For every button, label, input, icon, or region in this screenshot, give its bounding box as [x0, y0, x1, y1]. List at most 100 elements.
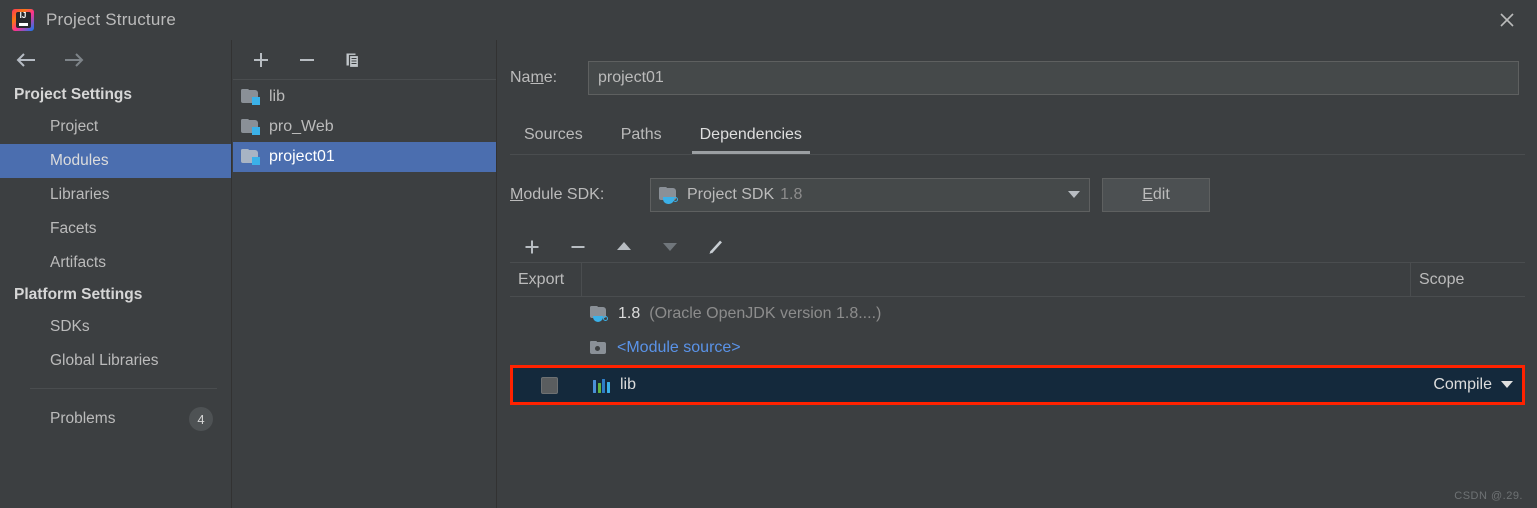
sidebar-item-label: SDKs [50, 318, 90, 335]
table-row-jdk[interactable]: 1.8 (Oracle OpenJDK version 1.8....) [510, 297, 1525, 331]
sidebar-item-label: Artifacts [50, 254, 106, 271]
table-header-row: Export Scope [510, 262, 1525, 297]
copy-module-button[interactable] [341, 48, 365, 72]
tab-paths[interactable]: Paths [607, 122, 676, 154]
remove-module-button[interactable] [295, 48, 319, 72]
edit-sdk-button[interactable]: Edit [1102, 178, 1210, 212]
title-bar: IJ Project Structure [0, 0, 1537, 40]
module-list-item-lib[interactable]: lib [233, 82, 496, 112]
table-row-lib-highlighted[interactable]: lib Compile [510, 365, 1525, 405]
dependency-name: 1.8 [618, 305, 641, 322]
dependency-scope-cell[interactable]: Compile [1408, 376, 1522, 394]
modules-toolbar [233, 40, 496, 80]
watermark: CSDN @.29. [1454, 490, 1523, 502]
tabs-divider [510, 154, 1525, 155]
column-header-export[interactable]: Export [510, 262, 582, 297]
copy-icon [346, 53, 360, 68]
name-label: Name: [510, 69, 558, 86]
module-details-panel: Name: Sources Paths Dependencies Module … [498, 40, 1537, 508]
add-module-button[interactable] [249, 48, 273, 72]
forward-button[interactable] [60, 49, 86, 71]
pencil-icon [709, 240, 722, 254]
sidebar-item-label: Global Libraries [50, 352, 159, 369]
sidebar-item-problems[interactable]: Problems 4 [0, 399, 231, 439]
dependency-name-cell: <Module source> [582, 339, 1411, 357]
tab-label: Paths [620, 126, 662, 143]
move-up-button[interactable] [612, 235, 636, 259]
plus-icon [254, 52, 268, 67]
sidebar-item-libraries[interactable]: Libraries [0, 178, 231, 212]
arrow-left-icon [16, 53, 35, 67]
sidebar-item-facets[interactable]: Facets [0, 212, 231, 246]
dependency-name-cell: lib [585, 376, 1408, 394]
module-list-item-pro-web[interactable]: pro_Web [233, 112, 496, 142]
modules-list: lib pro_Web project01 [233, 80, 496, 172]
arrow-up-icon [617, 241, 631, 250]
add-dependency-button[interactable] [520, 235, 544, 259]
module-sdk-row: Module SDK: Project SDK 1.8 Edit [510, 177, 1537, 213]
arrow-right-icon [65, 53, 84, 67]
details-tabs: Sources Paths Dependencies [510, 118, 1537, 154]
dependency-scope: Compile [1433, 376, 1492, 393]
intellij-idea-logo-icon: IJ [12, 9, 34, 31]
tab-sources[interactable]: Sources [510, 122, 597, 154]
dependency-detail: (Oracle OpenJDK version 1.8....) [649, 305, 882, 322]
module-sdk-value: Project SDK [687, 186, 775, 203]
sidebar-item-sdks[interactable]: SDKs [0, 310, 231, 344]
dependency-name-cell: 1.8 (Oracle OpenJDK version 1.8....) [582, 305, 1411, 323]
sidebar-item-label: Project [50, 118, 99, 135]
remove-dependency-button[interactable] [566, 235, 590, 259]
module-name-input[interactable] [588, 61, 1519, 95]
name-row: Name: [510, 60, 1519, 96]
module-sdk-dropdown[interactable]: Project SDK 1.8 [650, 178, 1090, 212]
sdk-folder-icon [659, 186, 679, 204]
sidebar-item-label: Problems [50, 410, 116, 427]
sidebar-item-modules[interactable]: Modules [0, 144, 231, 178]
export-checkbox-cell [513, 376, 585, 394]
minus-icon [300, 58, 314, 61]
table-row-module-source[interactable]: <Module source> [510, 331, 1525, 365]
tab-dependencies[interactable]: Dependencies [686, 122, 816, 154]
tab-label: Dependencies [699, 126, 802, 143]
sidebar-divider [30, 388, 217, 389]
chevron-down-icon [1067, 186, 1081, 204]
sidebar-item-artifacts[interactable]: Artifacts [0, 246, 231, 280]
edit-dependency-button[interactable] [704, 235, 728, 259]
project-structure-dialog: IJ Project Structure Project Settings Pr… [0, 0, 1537, 508]
jdk-icon [590, 306, 609, 322]
table-row: lib Compile [513, 368, 1522, 402]
library-icon [593, 378, 611, 393]
sidebar-item-global-libraries[interactable]: Global Libraries [0, 344, 231, 378]
close-button[interactable] [1477, 0, 1537, 40]
window-title: Project Structure [46, 10, 177, 29]
module-sdk-version: 1.8 [780, 186, 803, 203]
plus-icon [525, 240, 539, 253]
move-down-button[interactable] [658, 235, 682, 259]
module-list-item-project01[interactable]: project01 [233, 142, 496, 172]
export-checkbox[interactable] [540, 376, 558, 394]
module-name: pro_Web [269, 118, 334, 135]
problems-count-badge: 4 [189, 407, 213, 431]
modules-panel: lib pro_Web project01 [233, 40, 497, 508]
sidebar-group-platform-settings: Platform Settings [14, 286, 143, 303]
module-source-icon [590, 340, 608, 356]
settings-sidebar: Project Settings Project Modules Librari… [0, 40, 232, 508]
chevron-down-icon [1500, 376, 1514, 394]
back-button[interactable] [14, 49, 40, 71]
module-sdk-label: Module SDK: [510, 186, 605, 203]
dependencies-table: Export Scope 1.8 (Oracle OpenJDK version… [510, 262, 1525, 405]
column-header-scope[interactable]: Scope [1411, 263, 1525, 297]
module-name: project01 [269, 148, 335, 165]
column-header-name[interactable] [582, 262, 1411, 297]
dependency-name: lib [620, 376, 637, 393]
module-folder-icon [241, 149, 260, 165]
sidebar-item-label: Facets [50, 220, 97, 237]
sidebar-item-project[interactable]: Project [0, 110, 231, 144]
close-icon [1500, 13, 1514, 27]
module-folder-icon [241, 89, 260, 105]
arrow-down-icon [663, 242, 677, 251]
dependencies-toolbar [510, 231, 1525, 263]
sidebar-item-label: Modules [50, 152, 109, 169]
minus-icon [571, 245, 585, 248]
sidebar-group-project-settings: Project Settings [14, 86, 132, 103]
